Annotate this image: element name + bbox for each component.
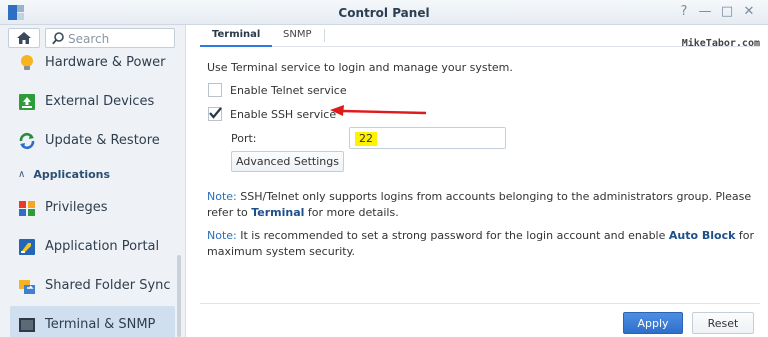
section-applications[interactable]: ∧ Applications xyxy=(10,166,110,182)
note-prefix: Note: xyxy=(207,190,237,203)
sidebar-item-label: External Devices xyxy=(45,94,155,109)
telnet-checkbox[interactable] xyxy=(208,83,222,97)
minimize-icon[interactable]: — xyxy=(697,4,713,19)
watermark: MikeTabor.com xyxy=(681,38,760,49)
ssh-checkbox[interactable] xyxy=(208,107,222,121)
sidebar-item-label: Terminal & SNMP xyxy=(45,317,156,332)
help-icon[interactable]: ? xyxy=(676,4,692,19)
sidebar-scrollbar[interactable] xyxy=(177,255,181,337)
app-portal-icon xyxy=(18,238,36,256)
annotation-arrow-icon xyxy=(330,105,427,116)
note-text: It is recommended to set a strong passwo… xyxy=(236,229,669,242)
terminal-icon xyxy=(18,316,36,334)
maximize-icon[interactable]: □ xyxy=(719,4,735,19)
reset-button[interactable]: Reset xyxy=(692,312,754,334)
telnet-label: Enable Telnet service xyxy=(230,83,347,97)
tab-divider xyxy=(324,29,325,42)
sidebar-item-label: Privileges xyxy=(45,200,108,215)
sidebar-item-label: Application Portal xyxy=(45,239,160,254)
port-value: 22 xyxy=(355,132,377,146)
sidebar-item-hardware-power[interactable]: Hardware & Power xyxy=(10,44,175,81)
sidebar-item-label: Update & Restore xyxy=(45,133,160,148)
external-device-icon xyxy=(18,93,36,111)
ssh-label: Enable SSH service xyxy=(230,107,337,121)
main-content: Terminal SNMP MikeTabor.com Use Terminal… xyxy=(187,25,768,337)
note-suffix: for more details. xyxy=(304,206,399,219)
apply-button[interactable]: Apply xyxy=(623,312,683,334)
home-icon xyxy=(17,32,31,44)
note-prefix: Note: xyxy=(207,229,237,242)
port-label: Port: xyxy=(231,132,257,145)
folder-sync-icon xyxy=(18,277,36,295)
tab-bar: Terminal SNMP xyxy=(200,25,760,47)
advanced-settings-button[interactable]: Advanced Settings xyxy=(231,151,344,172)
update-icon xyxy=(18,132,36,150)
chevron-up-icon: ∧ xyxy=(18,168,26,180)
window-title: Control Panel xyxy=(338,6,430,20)
ssh-row[interactable]: Enable SSH service xyxy=(208,107,336,121)
section-label: Applications xyxy=(33,167,111,181)
terminal-description: Use Terminal service to login and manage… xyxy=(207,61,513,74)
sidebar-item-label: Hardware & Power xyxy=(45,55,166,70)
bulb-icon xyxy=(18,54,36,72)
sidebar-item-external-devices[interactable]: External Devices xyxy=(10,83,175,120)
tab-terminal[interactable]: Terminal xyxy=(200,25,273,47)
sidebar-item-privileges[interactable]: Privileges xyxy=(10,189,175,226)
privileges-icon xyxy=(18,199,36,217)
sidebar-item-terminal-snmp[interactable]: Terminal & SNMP xyxy=(10,306,175,337)
close-icon[interactable]: ✕ xyxy=(741,4,757,19)
title-bar: Control Panel ? — □ ✕ xyxy=(0,0,768,25)
footer-divider xyxy=(200,303,760,304)
sidebar-item-update-restore[interactable]: Update & Restore xyxy=(10,122,175,159)
auto-block-link[interactable]: Auto Block xyxy=(669,229,736,242)
sidebar-item-label: Shared Folder Sync xyxy=(45,278,171,293)
sidebar-item-shared-folder-sync[interactable]: Shared Folder Sync xyxy=(10,267,175,304)
tab-snmp[interactable]: SNMP xyxy=(271,25,324,47)
telnet-row[interactable]: Enable Telnet service xyxy=(208,83,347,97)
note-ssh-telnet: Note: SSH/Telnet only supports logins fr… xyxy=(207,189,762,221)
port-input[interactable]: 22 xyxy=(349,127,506,149)
checkmark-icon xyxy=(209,107,222,119)
sidebar-item-application-portal[interactable]: Application Portal xyxy=(10,228,175,265)
sidebar: Hardware & Power External Devices Update… xyxy=(0,25,186,337)
terminal-link[interactable]: Terminal xyxy=(251,206,304,219)
note-password: Note: It is recommended to set a strong … xyxy=(207,228,762,260)
